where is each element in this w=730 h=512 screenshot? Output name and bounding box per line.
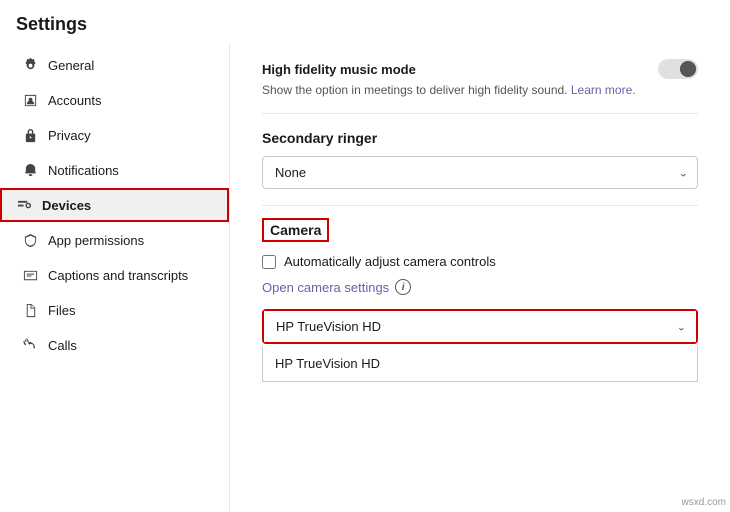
- open-camera-settings-link[interactable]: Open camera settings: [262, 280, 389, 295]
- auto-adjust-checkbox[interactable]: [262, 255, 276, 269]
- sidebar-item-privacy[interactable]: Privacy: [6, 118, 223, 152]
- bell-icon: [22, 162, 38, 178]
- camera-section: Camera Automatically adjust camera contr…: [262, 206, 698, 394]
- camera-dropdown[interactable]: HP TrueVision HD: [264, 311, 696, 342]
- devices-icon: [16, 197, 32, 213]
- sidebar-item-files-label: Files: [48, 303, 75, 318]
- camera-label: Camera: [262, 218, 329, 242]
- person-square-icon: [22, 92, 38, 108]
- open-camera-settings-row: Open camera settings i: [262, 279, 698, 295]
- auto-adjust-label: Automatically adjust camera controls: [284, 254, 496, 269]
- high-fidelity-desc: Show the option in meetings to deliver h…: [262, 83, 698, 97]
- info-icon[interactable]: i: [395, 279, 411, 295]
- secondary-ringer-dropdown-container: None Default Speaker ⌄: [262, 156, 698, 189]
- sidebar-item-privacy-label: Privacy: [48, 128, 91, 143]
- sidebar-item-notifications[interactable]: Notifications: [6, 153, 223, 187]
- sidebar: General Accounts Privacy: [0, 43, 230, 512]
- camera-dropdown-wrapper: HP TrueVision HD ⌄: [262, 309, 698, 344]
- secondary-ringer-dropdown[interactable]: None Default Speaker: [262, 156, 698, 189]
- gear-icon: [22, 57, 38, 73]
- file-icon: [22, 302, 38, 318]
- sidebar-item-accounts[interactable]: Accounts: [6, 83, 223, 117]
- main-layout: General Accounts Privacy: [0, 43, 730, 512]
- settings-window: Settings General Accounts: [0, 0, 730, 512]
- sidebar-item-captions[interactable]: Captions and transcripts: [6, 258, 223, 292]
- caption-icon: [22, 267, 38, 283]
- sidebar-item-app-permissions-label: App permissions: [48, 233, 144, 248]
- high-fidelity-toggle[interactable]: [658, 59, 698, 79]
- sidebar-item-app-permissions[interactable]: App permissions: [6, 223, 223, 257]
- sidebar-item-accounts-label: Accounts: [48, 93, 101, 108]
- sidebar-item-devices[interactable]: Devices: [0, 188, 229, 222]
- camera-dropdown-option[interactable]: HP TrueVision HD: [262, 346, 698, 382]
- content-area: High fidelity music mode Show the option…: [230, 43, 730, 512]
- high-fidelity-label: High fidelity music mode: [262, 62, 416, 77]
- high-fidelity-section: High fidelity music mode Show the option…: [262, 43, 698, 114]
- sidebar-item-files[interactable]: Files: [6, 293, 223, 327]
- sidebar-item-notifications-label: Notifications: [48, 163, 119, 178]
- sidebar-item-captions-label: Captions and transcripts: [48, 268, 188, 283]
- sidebar-item-calls-label: Calls: [48, 338, 77, 353]
- sidebar-item-calls[interactable]: Calls: [6, 328, 223, 362]
- watermark: wsxd.com: [682, 497, 726, 508]
- auto-adjust-row: Automatically adjust camera controls: [262, 254, 698, 269]
- sidebar-item-general-label: General: [48, 58, 94, 73]
- secondary-ringer-label: Secondary ringer: [262, 130, 698, 146]
- sidebar-item-devices-label: Devices: [42, 198, 91, 213]
- shield-icon: [22, 232, 38, 248]
- secondary-ringer-section: Secondary ringer None Default Speaker ⌄: [262, 114, 698, 206]
- phone-icon: [22, 337, 38, 353]
- lock-icon: [22, 127, 38, 143]
- sidebar-item-general[interactable]: General: [6, 48, 223, 82]
- page-title: Settings: [0, 0, 730, 43]
- learn-more-link[interactable]: Learn more.: [571, 83, 636, 97]
